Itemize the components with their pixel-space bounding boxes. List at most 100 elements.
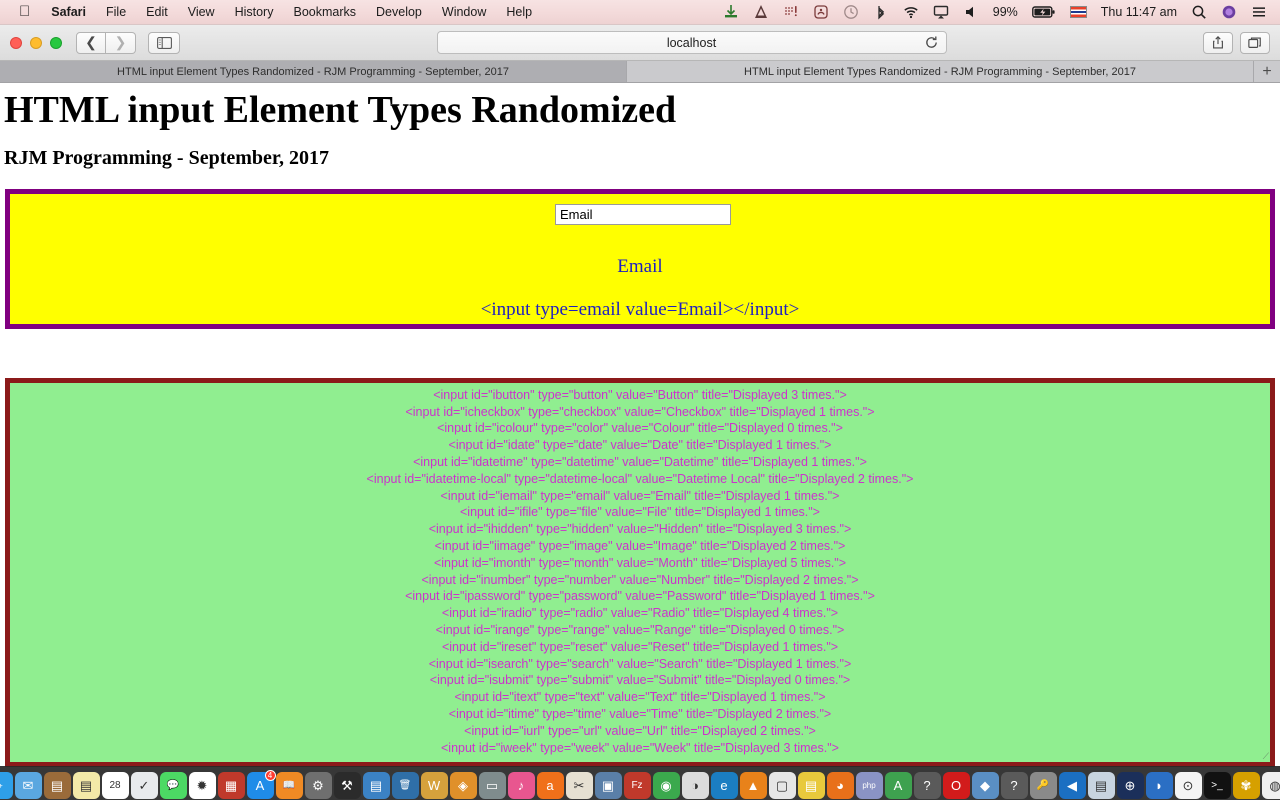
itunes-icon[interactable]: ♪: [507, 772, 535, 799]
sound-icon[interactable]: ◑: [681, 772, 709, 799]
opera-icon[interactable]: O: [942, 772, 970, 799]
terminal-icon[interactable]: >_: [1203, 772, 1231, 799]
unknown-app-2-icon[interactable]: ?: [1000, 772, 1028, 799]
notification-center-icon[interactable]: [1244, 0, 1274, 25]
close-button[interactable]: [10, 36, 22, 49]
gimp-icon[interactable]: ✂: [565, 772, 593, 799]
volume-icon[interactable]: [956, 0, 986, 25]
battery-charging-icon[interactable]: [1025, 0, 1063, 25]
unknown-app-1-icon[interactable]: ?: [913, 772, 941, 799]
droplet-icon[interactable]: ◍: [1261, 772, 1280, 799]
system-preferences-icon[interactable]: ⚙: [304, 772, 332, 799]
yellow-panel-code: <input type=email value=Email></input>: [480, 298, 800, 320]
filezilla-icon[interactable]: Fz: [623, 772, 651, 799]
textwrangler-icon[interactable]: ▤: [362, 772, 390, 799]
airplay-icon[interactable]: [926, 0, 956, 25]
code-line: <input id="ibutton" type="button" value=…: [433, 387, 847, 402]
safari-icon[interactable]: ⌖: [0, 772, 13, 799]
wolfram-icon[interactable]: ✾: [1232, 772, 1260, 799]
mail-icon[interactable]: ✉: [14, 772, 42, 799]
airdrop-icon[interactable]: [806, 0, 836, 25]
tab-2[interactable]: HTML input Element Types Randomized - RJ…: [627, 61, 1254, 82]
menu-item-history[interactable]: History: [225, 0, 284, 25]
bluetooth-icon[interactable]: [866, 0, 896, 25]
virtualbox-icon[interactable]: ◆: [971, 772, 999, 799]
menu-item-edit[interactable]: Edit: [136, 0, 178, 25]
screen:  Safari File Edit View History Bookmark…: [0, 0, 1280, 800]
messages-icon[interactable]: 💬: [159, 772, 187, 799]
word-icon[interactable]: W: [420, 772, 448, 799]
menu-bar-left:  Safari File Edit View History Bookmark…: [0, 0, 542, 25]
pixelmator-icon[interactable]: ▦: [217, 772, 245, 799]
photos-icon[interactable]: ✹: [188, 772, 216, 799]
chrome-icon[interactable]: ◉: [652, 772, 680, 799]
tab-1[interactable]: HTML input Element Types Randomized - RJ…: [0, 61, 627, 82]
ibooks-icon[interactable]: 📖: [275, 772, 303, 799]
code-line: <input id="ipassword" type="password" va…: [405, 589, 875, 604]
preview-icon[interactable]: ▤: [1087, 772, 1115, 799]
contacts-icon[interactable]: ▤: [43, 772, 71, 799]
xcode-icon[interactable]: ⚒: [333, 772, 361, 799]
remote-desktop-icon[interactable]: ▣: [594, 772, 622, 799]
github-icon[interactable]: ⊙: [1174, 772, 1202, 799]
avast-icon[interactable]: [746, 0, 776, 25]
code-line: <input id="ihidden" type="hidden" value=…: [428, 522, 852, 537]
clock-label[interactable]: Thu 11:47 am: [1094, 0, 1184, 25]
apple-logo-icon[interactable]: : [8, 1, 41, 23]
android-studio-icon[interactable]: A: [884, 772, 912, 799]
spotlight-search-icon[interactable]: [1184, 0, 1214, 25]
siri-icon[interactable]: [1214, 0, 1244, 25]
reload-icon[interactable]: [924, 35, 939, 53]
resize-handle[interactable]: ⟋: [1263, 752, 1269, 761]
back-button[interactable]: ❮: [76, 31, 106, 54]
share-icon[interactable]: [1203, 31, 1233, 54]
forward-button[interactable]: ❯: [106, 31, 136, 54]
php-icon[interactable]: php: [855, 772, 883, 799]
sequel-pro-icon[interactable]: ◗: [1145, 772, 1173, 799]
menu-item-view[interactable]: View: [178, 0, 225, 25]
vlc-icon[interactable]: ▲: [739, 772, 767, 799]
page-title: HTML input Element Types Randomized: [4, 89, 677, 131]
menu-bar-status: 99% Thu 11:47 am: [716, 0, 1280, 25]
globe-app-icon[interactable]: ⊕: [1116, 772, 1144, 799]
australia-flag-icon[interactable]: [1063, 0, 1094, 25]
keychain-access-icon[interactable]: 🔑: [1029, 772, 1057, 799]
firefox-icon[interactable]: ◕: [826, 772, 854, 799]
sketchup-icon[interactable]: ◈: [449, 772, 477, 799]
minimize-button[interactable]: [30, 36, 42, 49]
code-line: <input id="isearch" type="search" value=…: [428, 656, 852, 671]
new-tab-button[interactable]: +: [1254, 61, 1280, 82]
menu-item-window[interactable]: Window: [432, 0, 496, 25]
code-line: <input id="ifile" type="file" value="Fil…: [460, 505, 820, 520]
zoom-button[interactable]: [50, 36, 62, 49]
address-bar[interactable]: localhost: [436, 31, 947, 54]
app-store-icon[interactable]: A4: [246, 770, 276, 799]
show-all-tabs-icon[interactable]: [1240, 31, 1270, 54]
avast-icon[interactable]: a: [536, 772, 564, 799]
dock-items: ☺🚀⌖✉▤▤28✓💬✹▦A4📖⚙⚒▤🗑W◈▭♪a✂▣Fz◉◑e▲▢▤◕phpA?…: [0, 770, 1280, 799]
edge-icon[interactable]: e: [710, 772, 738, 799]
download-icon[interactable]: [716, 0, 746, 25]
time-machine-icon[interactable]: [836, 0, 866, 25]
code-line: <input id="icheckbox" type="checkbox" va…: [405, 404, 875, 419]
package-icon[interactable]: ▢: [768, 772, 796, 799]
menu-item-help[interactable]: Help: [496, 0, 542, 25]
reminders-icon[interactable]: ✓: [130, 772, 158, 799]
notes-icon[interactable]: ▤: [72, 772, 100, 799]
code-line: <input id="inumber" type="number" value=…: [421, 572, 859, 587]
addressbook-icon[interactable]: ▤: [797, 772, 825, 799]
dots-exclaim-icon[interactable]: [776, 0, 806, 25]
menu-item-bookmarks[interactable]: Bookmarks: [283, 0, 366, 25]
trash-app-icon[interactable]: 🗑: [391, 772, 419, 799]
code-line: <input id="ireset" type="reset" value="R…: [441, 639, 839, 654]
sidebar-toggle-icon[interactable]: [148, 31, 180, 54]
scanner-icon[interactable]: ▭: [478, 772, 506, 799]
menu-item-safari[interactable]: Safari: [41, 0, 96, 25]
visual-studio-code-icon[interactable]: ◀: [1058, 772, 1086, 799]
menu-item-develop[interactable]: Develop: [366, 0, 432, 25]
email-input[interactable]: [555, 203, 731, 225]
wifi-icon[interactable]: [896, 0, 926, 25]
calendar-icon[interactable]: 28: [101, 772, 129, 799]
code-line: <input id="idatetime" type="datetime" va…: [413, 455, 867, 470]
menu-item-file[interactable]: File: [96, 0, 136, 25]
